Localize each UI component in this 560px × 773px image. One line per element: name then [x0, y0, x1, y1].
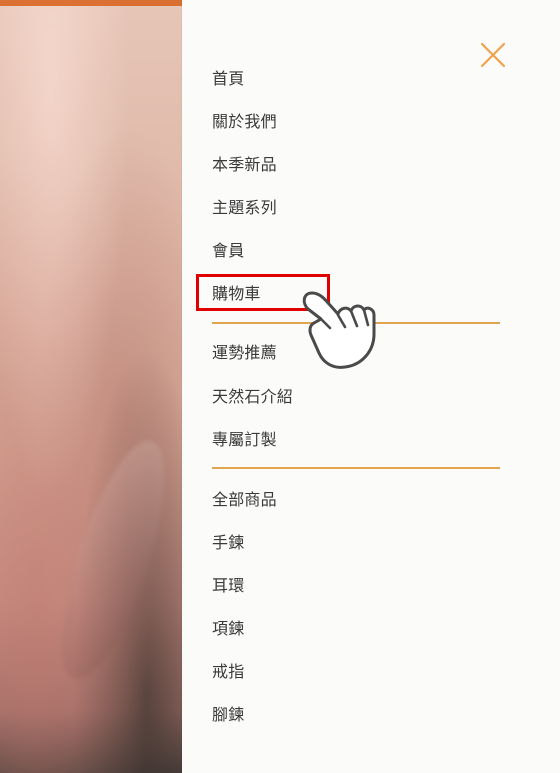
pointing-hand-icon — [290, 285, 378, 377]
menu-item-necklaces[interactable]: 項鍊 — [212, 617, 244, 641]
menu-item-member[interactable]: 會員 — [212, 239, 244, 263]
screen: 首頁 關於我們 本季新品 主題系列 會員 購物車 運勢推薦 天然石介紹 專屬訂製… — [0, 0, 560, 773]
menu-item-cart[interactable]: 購物車 — [212, 282, 261, 306]
menu-item-home[interactable]: 首頁 — [212, 67, 244, 91]
menu-item-new-season[interactable]: 本季新品 — [212, 153, 277, 177]
menu-divider-1 — [212, 322, 500, 324]
menu-item-all-products[interactable]: 全部商品 — [212, 488, 277, 512]
menu-item-bracelets[interactable]: 手鍊 — [212, 531, 244, 555]
menu-divider-2 — [212, 467, 500, 469]
menu-item-custom-order[interactable]: 專屬訂製 — [212, 428, 277, 452]
menu-item-theme-series[interactable]: 主題系列 — [212, 196, 277, 220]
menu-item-about[interactable]: 關於我們 — [212, 110, 277, 134]
menu-item-natural-stone[interactable]: 天然石介紹 — [212, 385, 293, 409]
background-photo — [0, 0, 182, 773]
menu-item-rings[interactable]: 戒指 — [212, 660, 244, 684]
close-button[interactable] — [478, 40, 508, 70]
menu-item-earrings[interactable]: 耳環 — [212, 574, 244, 598]
close-icon — [478, 40, 508, 70]
side-menu-panel: 首頁 關於我們 本季新品 主題系列 會員 購物車 運勢推薦 天然石介紹 專屬訂製… — [182, 0, 560, 773]
menu-item-fortune-recommend[interactable]: 運勢推薦 — [212, 341, 277, 365]
menu-item-anklets[interactable]: 腳鍊 — [212, 703, 244, 727]
